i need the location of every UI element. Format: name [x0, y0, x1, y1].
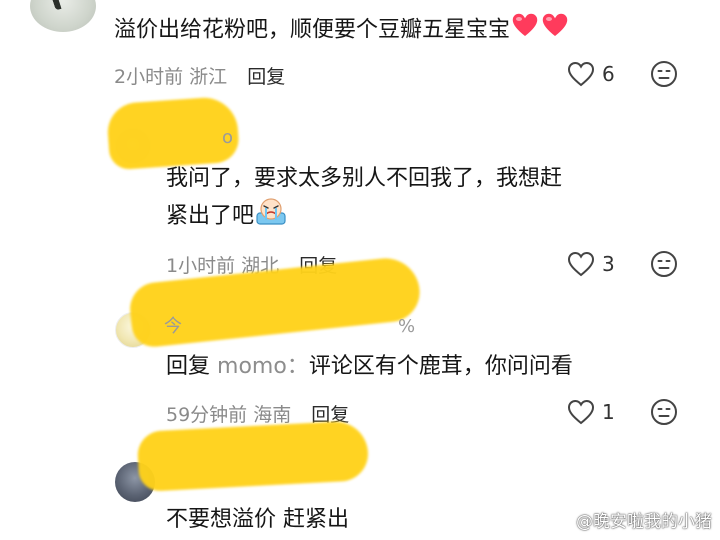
watermark: @晚安啦我的小猪: [550, 507, 712, 532]
comment-text: 溢价出给花粉吧，顺便要个豆瓣五星宝宝: [114, 11, 570, 50]
comment-text: 回复 momo：评论区有个鹿茸，你问问看: [166, 354, 573, 379]
redaction-mark: [105, 95, 241, 171]
avatar[interactable]: [30, 0, 96, 32]
dislike-face-icon[interactable]: [650, 398, 678, 426]
like-count: 1: [602, 400, 615, 424]
like-button[interactable]: 6: [566, 60, 615, 88]
heart-outline-icon: [567, 399, 595, 425]
comment-time: 1小时前: [166, 255, 236, 277]
heart-outline-icon: [567, 61, 595, 87]
heart-emoji-icon: [540, 11, 570, 50]
heart-emoji-icon: [510, 11, 540, 50]
redaction-mark: [136, 420, 370, 492]
watermark-text: @晚安啦我的小猪: [576, 512, 712, 532]
like-button[interactable]: 3: [566, 250, 615, 278]
reply-prefix: 回复: [166, 354, 211, 379]
comment-text: 紧出了吧: [166, 196, 288, 237]
comment-time: 2小时前: [114, 66, 184, 88]
like-count: 3: [602, 252, 615, 276]
dislike-face-icon[interactable]: [650, 250, 678, 278]
comment-location: 浙江: [189, 66, 228, 88]
mention-link[interactable]: momo：: [217, 354, 309, 379]
comment-meta: 2小时前 浙江 回复: [114, 62, 285, 89]
crying-face-emoji-icon: [254, 196, 288, 237]
dislike-face-icon[interactable]: [650, 60, 678, 88]
comment-text: 我问了，要求太多别人不回我了，我想赶: [166, 166, 563, 191]
username[interactable]: o: [222, 127, 233, 148]
weibo-logo-icon: [550, 511, 572, 529]
reply-button[interactable]: 回复: [247, 66, 285, 88]
username-fragment: %: [398, 316, 416, 337]
heart-outline-icon: [567, 251, 595, 277]
username-fragment: 今: [164, 316, 182, 337]
like-button[interactable]: 1: [566, 398, 615, 426]
comment-text: 不要想溢价 赶紧出: [166, 507, 349, 532]
comment-location: 海南: [253, 404, 292, 426]
comment-time: 59分钟前: [166, 404, 248, 426]
like-count: 6: [602, 62, 615, 86]
